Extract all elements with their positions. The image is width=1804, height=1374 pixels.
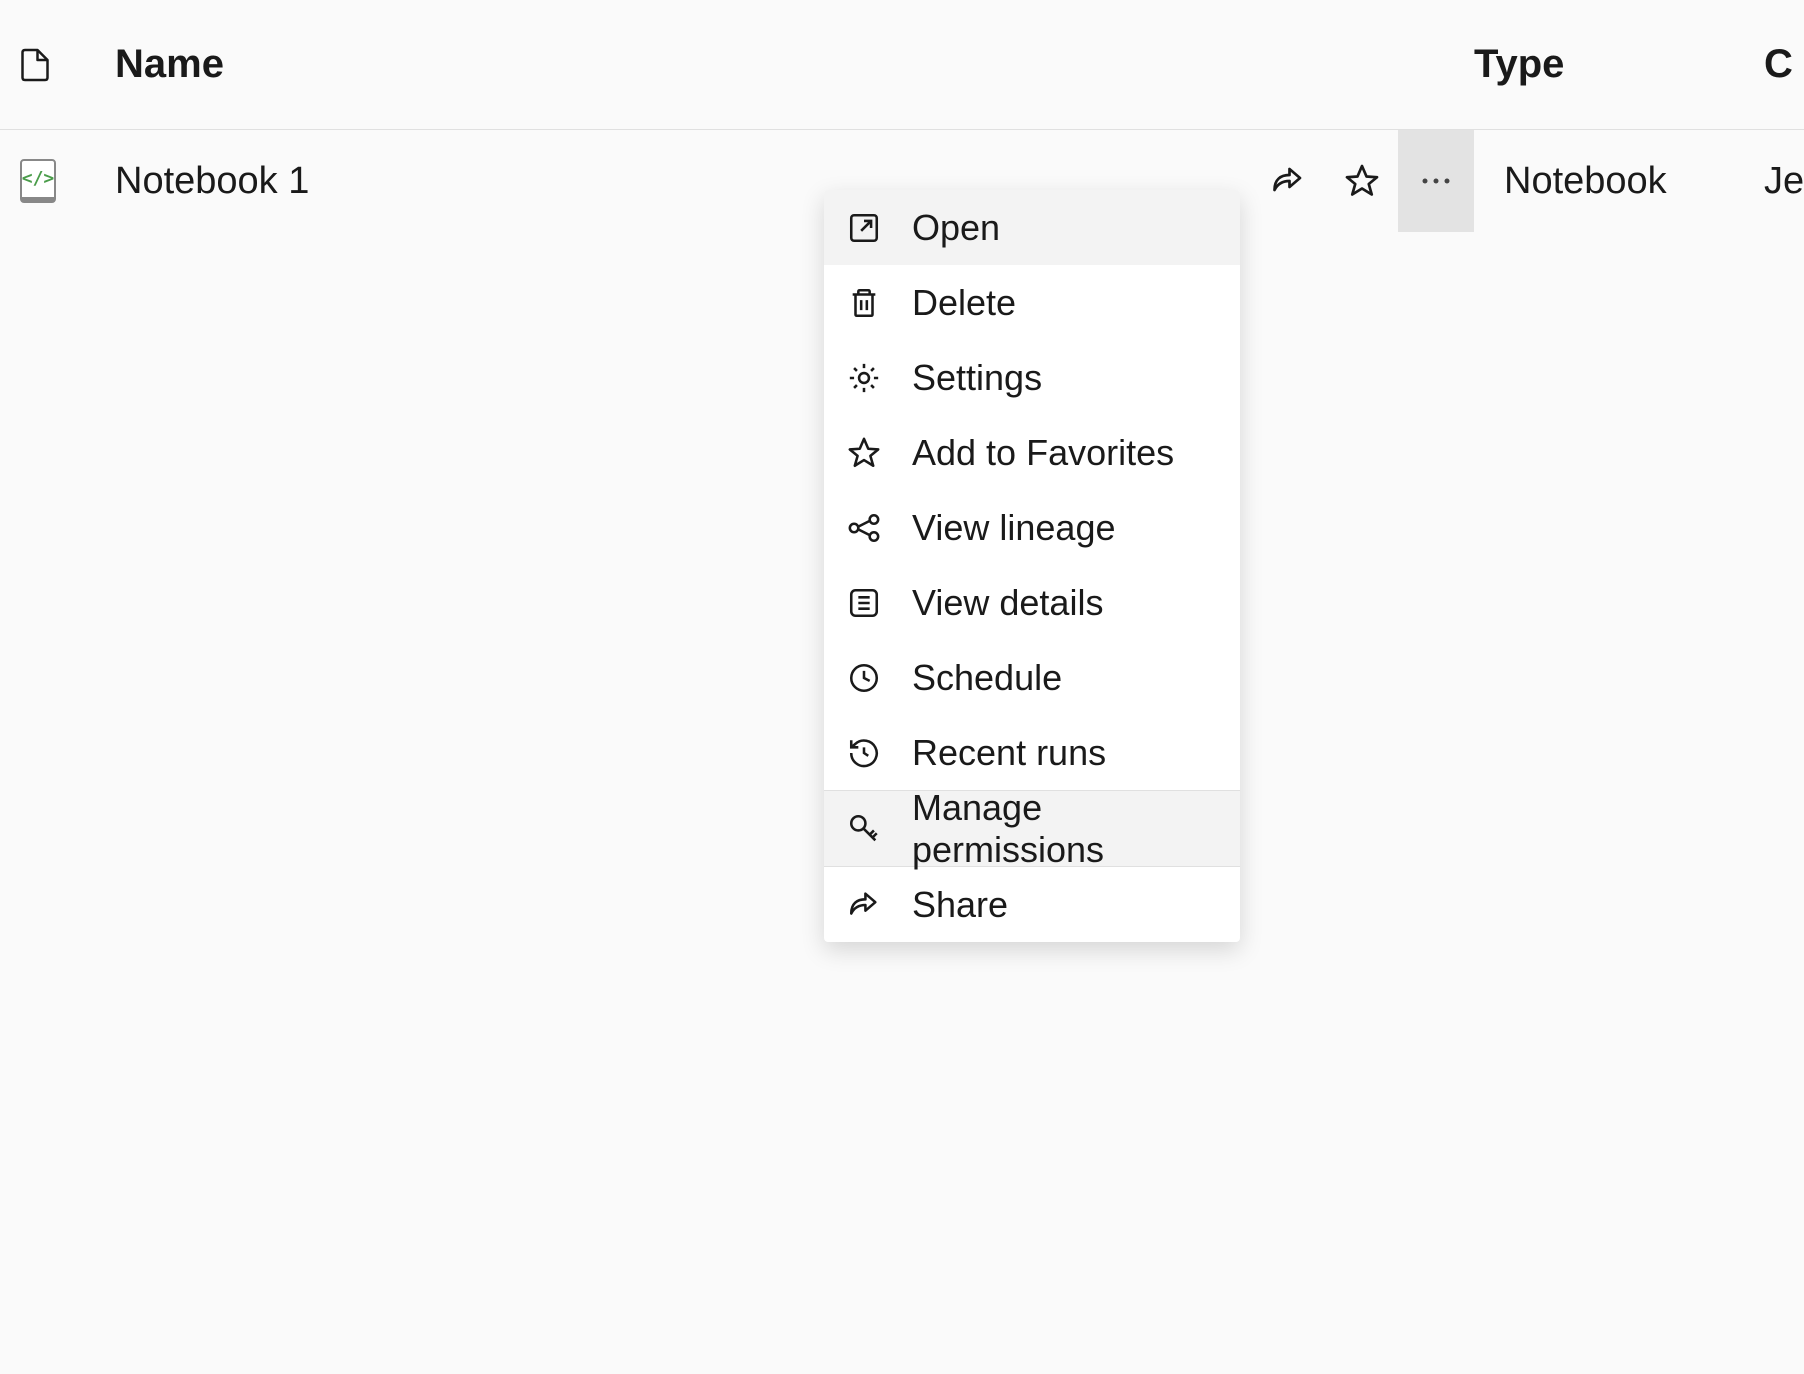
menu-item-open[interactable]: Open xyxy=(824,190,1240,265)
menu-item-delete[interactable]: Delete xyxy=(824,265,1240,340)
row-name-label: Notebook 1 xyxy=(115,160,309,202)
share-button[interactable] xyxy=(1270,163,1306,199)
settings-icon xyxy=(846,360,882,396)
clock-icon xyxy=(846,660,882,696)
menu-item-schedule[interactable]: Schedule xyxy=(824,640,1240,715)
document-icon xyxy=(20,47,50,83)
header-name-column[interactable]: Name xyxy=(115,42,1474,87)
menu-item-label: Add to Favorites xyxy=(912,432,1174,474)
context-menu: Open Delete Settings Add to Favorites xyxy=(824,190,1240,942)
menu-item-label: Share xyxy=(912,884,1008,926)
more-options-button[interactable] xyxy=(1398,130,1474,232)
more-dots-icon xyxy=(1421,177,1451,185)
notebook-icon: </> xyxy=(20,159,56,203)
menu-item-label: Open xyxy=(912,207,1000,249)
table-header-row: Name Type C xyxy=(0,0,1804,130)
menu-item-share[interactable]: Share xyxy=(824,867,1240,942)
menu-item-label: Recent runs xyxy=(912,732,1106,774)
row-type-label: Notebook xyxy=(1504,160,1667,202)
header-icon-column xyxy=(20,47,115,83)
menu-item-view-details[interactable]: View details xyxy=(824,565,1240,640)
header-name-label: Name xyxy=(115,42,224,86)
row-extra-label: Jer xyxy=(1764,160,1804,202)
row-extra-cell: Jer xyxy=(1764,160,1804,203)
row-type-cell: Notebook xyxy=(1474,160,1764,203)
menu-item-label: Settings xyxy=(912,357,1042,399)
menu-item-settings[interactable]: Settings xyxy=(824,340,1240,415)
open-external-icon xyxy=(846,210,882,246)
key-icon xyxy=(846,811,882,847)
details-icon xyxy=(846,585,882,621)
header-extra-column[interactable]: C xyxy=(1764,42,1804,87)
row-icon-cell: </> xyxy=(20,159,115,203)
menu-item-label: Manage permissions xyxy=(912,787,1240,871)
row-actions xyxy=(1270,163,1398,199)
header-type-label: Type xyxy=(1474,42,1564,86)
menu-item-label: Schedule xyxy=(912,657,1062,699)
menu-item-label: View lineage xyxy=(912,507,1115,549)
star-icon xyxy=(846,435,882,471)
header-extra-label: C xyxy=(1764,42,1793,86)
menu-item-view-lineage[interactable]: View lineage xyxy=(824,490,1240,565)
history-icon xyxy=(846,735,882,771)
header-type-column[interactable]: Type xyxy=(1474,42,1764,87)
favorite-button[interactable] xyxy=(1344,163,1380,199)
menu-item-manage-permissions[interactable]: Manage permissions xyxy=(824,791,1240,866)
share-icon xyxy=(846,887,882,923)
menu-item-add-favorites[interactable]: Add to Favorites xyxy=(824,415,1240,490)
lineage-icon xyxy=(846,510,882,546)
trash-icon xyxy=(846,285,882,321)
menu-item-label: View details xyxy=(912,582,1103,624)
menu-item-recent-runs[interactable]: Recent runs xyxy=(824,715,1240,790)
menu-item-label: Delete xyxy=(912,282,1016,324)
